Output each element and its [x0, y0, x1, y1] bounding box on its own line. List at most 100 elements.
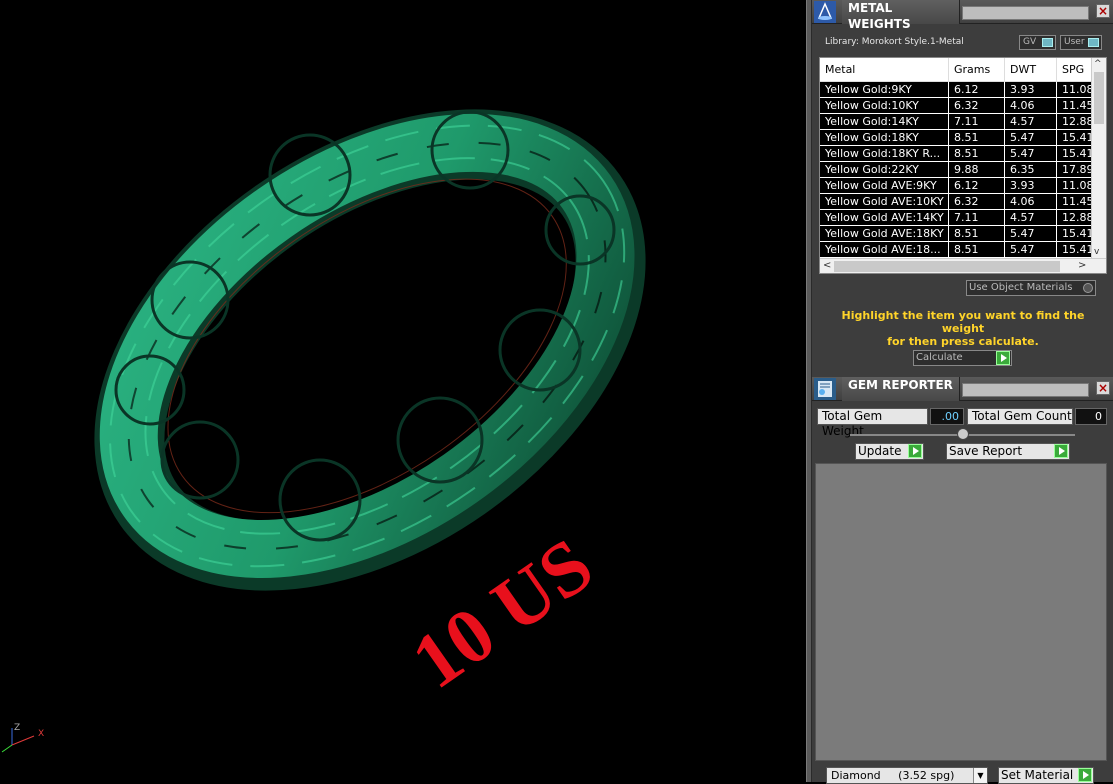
- table-row[interactable]: Yellow Gold:18KY R... 8.51 5.47 15.41: [820, 146, 1092, 162]
- play-icon[interactable]: [1054, 444, 1068, 458]
- calculate-label: Calculate: [916, 352, 963, 363]
- column-divider: [1056, 242, 1057, 258]
- titlebar-fill: [962, 6, 1089, 20]
- scroll-left-icon[interactable]: <: [823, 260, 831, 271]
- 3d-viewport[interactable]: 10 US Z X: [0, 0, 806, 782]
- dwt-cell: 4.06: [1010, 99, 1035, 112]
- gem-reporter-title: GEM REPORTER: [842, 377, 960, 401]
- spg-cell: 11.45: [1062, 99, 1092, 112]
- grams-cell: 6.12: [954, 179, 979, 192]
- user-toggle[interactable]: User: [1060, 35, 1102, 50]
- play-icon[interactable]: [996, 351, 1010, 365]
- total-gem-weight-label: Total Gem Weight: [817, 408, 928, 438]
- metal-cell: Yellow Gold:22KY: [825, 163, 919, 176]
- scroll-thumb[interactable]: [1094, 72, 1104, 124]
- column-divider: [1056, 146, 1057, 162]
- spg-cell: 15.41: [1062, 227, 1092, 240]
- gem-reporter-titlebar[interactable]: GEM REPORTER ×: [812, 377, 1113, 401]
- slider-handle[interactable]: [957, 428, 969, 440]
- radio-icon[interactable]: [1083, 283, 1093, 293]
- table-row[interactable]: Yellow Gold AVE:9KY 6.12 3.93 11.08: [820, 178, 1092, 194]
- table-row[interactable]: Yellow Gold:14KY 7.11 4.57 12.88: [820, 114, 1092, 130]
- chevron-down-icon[interactable]: ▼: [973, 768, 987, 783]
- update-button[interactable]: Update: [855, 443, 924, 460]
- grams-cell: 9.88: [954, 163, 979, 176]
- gem-material-select[interactable]: Diamond (3.52 spg) ▼: [826, 767, 988, 784]
- dwt-cell: 4.57: [1010, 211, 1035, 224]
- use-object-materials-label: Use Object Materials: [969, 282, 1073, 293]
- close-icon[interactable]: ×: [1096, 381, 1110, 395]
- play-icon[interactable]: [1078, 768, 1092, 782]
- titlebar-fill: [962, 383, 1089, 397]
- table-row[interactable]: Yellow Gold:18KY 8.51 5.47 15.41: [820, 130, 1092, 146]
- spg-cell: 15.41: [1062, 243, 1092, 256]
- vertical-scrollbar[interactable]: ^ v: [1091, 58, 1106, 258]
- column-divider: [1004, 82, 1005, 98]
- total-gem-weight-value: .00: [930, 408, 964, 425]
- metal-cell: Yellow Gold AVE:18...: [825, 243, 941, 256]
- scroll-up-icon[interactable]: ^: [1094, 59, 1102, 69]
- column-divider: [1056, 226, 1057, 242]
- col-header-metal[interactable]: Metal: [825, 63, 855, 76]
- toggle-knob-icon: [1088, 38, 1099, 47]
- report-icon: [814, 378, 836, 400]
- column-divider: [948, 146, 949, 162]
- set-material-button[interactable]: Set Material: [998, 767, 1094, 784]
- table-row[interactable]: Yellow Gold AVE:14KY 7.11 4.57 12.88: [820, 210, 1092, 226]
- table-row[interactable]: Yellow Gold:22KY 9.88 6.35 17.89: [820, 162, 1092, 178]
- column-divider: [1056, 98, 1057, 114]
- table-row[interactable]: Yellow Gold AVE:10KY 6.32 4.06 11.45: [820, 194, 1092, 210]
- column-divider: [1004, 178, 1005, 194]
- ring-size-label: 10 US: [396, 521, 607, 705]
- table-row[interactable]: Yellow Gold AVE:18KY 8.51 5.47 15.41: [820, 226, 1092, 242]
- scroll-down-icon[interactable]: v: [1094, 247, 1099, 257]
- metal-cell: Yellow Gold:18KY: [825, 131, 919, 144]
- scroll-right-icon[interactable]: >: [1078, 260, 1086, 271]
- metal-table[interactable]: Metal Grams DWT SPG Yellow Gold:9KY 6.12 3…: [819, 57, 1107, 274]
- column-divider: [1056, 194, 1057, 210]
- column-divider: [1004, 162, 1005, 178]
- dwt-cell: 5.47: [1010, 243, 1035, 256]
- spg-cell: 12.88: [1062, 211, 1092, 224]
- grams-cell: 6.32: [954, 195, 979, 208]
- grams-cell: 8.51: [954, 131, 979, 144]
- dwt-cell: 4.57: [1010, 115, 1035, 128]
- dwt-cell: 5.47: [1010, 131, 1035, 144]
- col-header-spg[interactable]: SPG: [1062, 63, 1084, 76]
- update-label: Update: [858, 444, 902, 458]
- column-divider: [948, 226, 949, 242]
- calculate-button[interactable]: Calculate: [913, 350, 1012, 366]
- metal-cell: Yellow Gold AVE:9KY: [825, 179, 937, 192]
- column-divider: [1056, 162, 1057, 178]
- metal-table-body: Yellow Gold:9KY 6.12 3.93 11.08 Yellow Gold:…: [820, 82, 1092, 258]
- metal-cell: Yellow Gold:9KY: [825, 83, 912, 96]
- column-divider: [1056, 114, 1057, 130]
- dwt-cell: 6.35: [1010, 163, 1035, 176]
- col-header-grams[interactable]: Grams: [954, 63, 990, 76]
- metal-weights-titlebar[interactable]: METAL WEIGHTS ×: [812, 0, 1113, 31]
- column-divider: [948, 162, 949, 178]
- save-report-button[interactable]: Save Report: [946, 443, 1070, 460]
- col-header-dwt[interactable]: DWT: [1010, 63, 1036, 76]
- column-divider: [1004, 210, 1005, 226]
- ring-band: [94, 109, 646, 591]
- table-row[interactable]: Yellow Gold:10KY 6.32 4.06 11.45: [820, 98, 1092, 114]
- play-icon[interactable]: [908, 444, 922, 458]
- dwt-cell: 5.47: [1010, 147, 1035, 160]
- column-divider: [948, 194, 949, 210]
- use-object-materials-toggle[interactable]: Use Object Materials: [966, 280, 1096, 296]
- column-divider: [1056, 178, 1057, 194]
- gem-report-list[interactable]: [815, 463, 1107, 761]
- horizontal-scrollbar[interactable]: < >: [820, 258, 1106, 273]
- grams-cell: 8.51: [954, 243, 979, 256]
- axis-gizmo: Z X: [1, 723, 44, 753]
- scroll-thumb[interactable]: [834, 261, 1060, 272]
- close-icon[interactable]: ×: [1096, 4, 1110, 18]
- ring-render: 10 US Z X: [1, 109, 646, 753]
- table-row[interactable]: Yellow Gold AVE:18... 8.51 5.47 15.41: [820, 242, 1092, 258]
- table-row[interactable]: Yellow Gold:9KY 6.12 3.93 11.08: [820, 82, 1092, 98]
- gv-toggle[interactable]: GV: [1019, 35, 1056, 50]
- set-material-label: Set Material: [1001, 768, 1074, 782]
- spg-cell: 11.08: [1062, 179, 1092, 192]
- column-divider: [948, 82, 949, 98]
